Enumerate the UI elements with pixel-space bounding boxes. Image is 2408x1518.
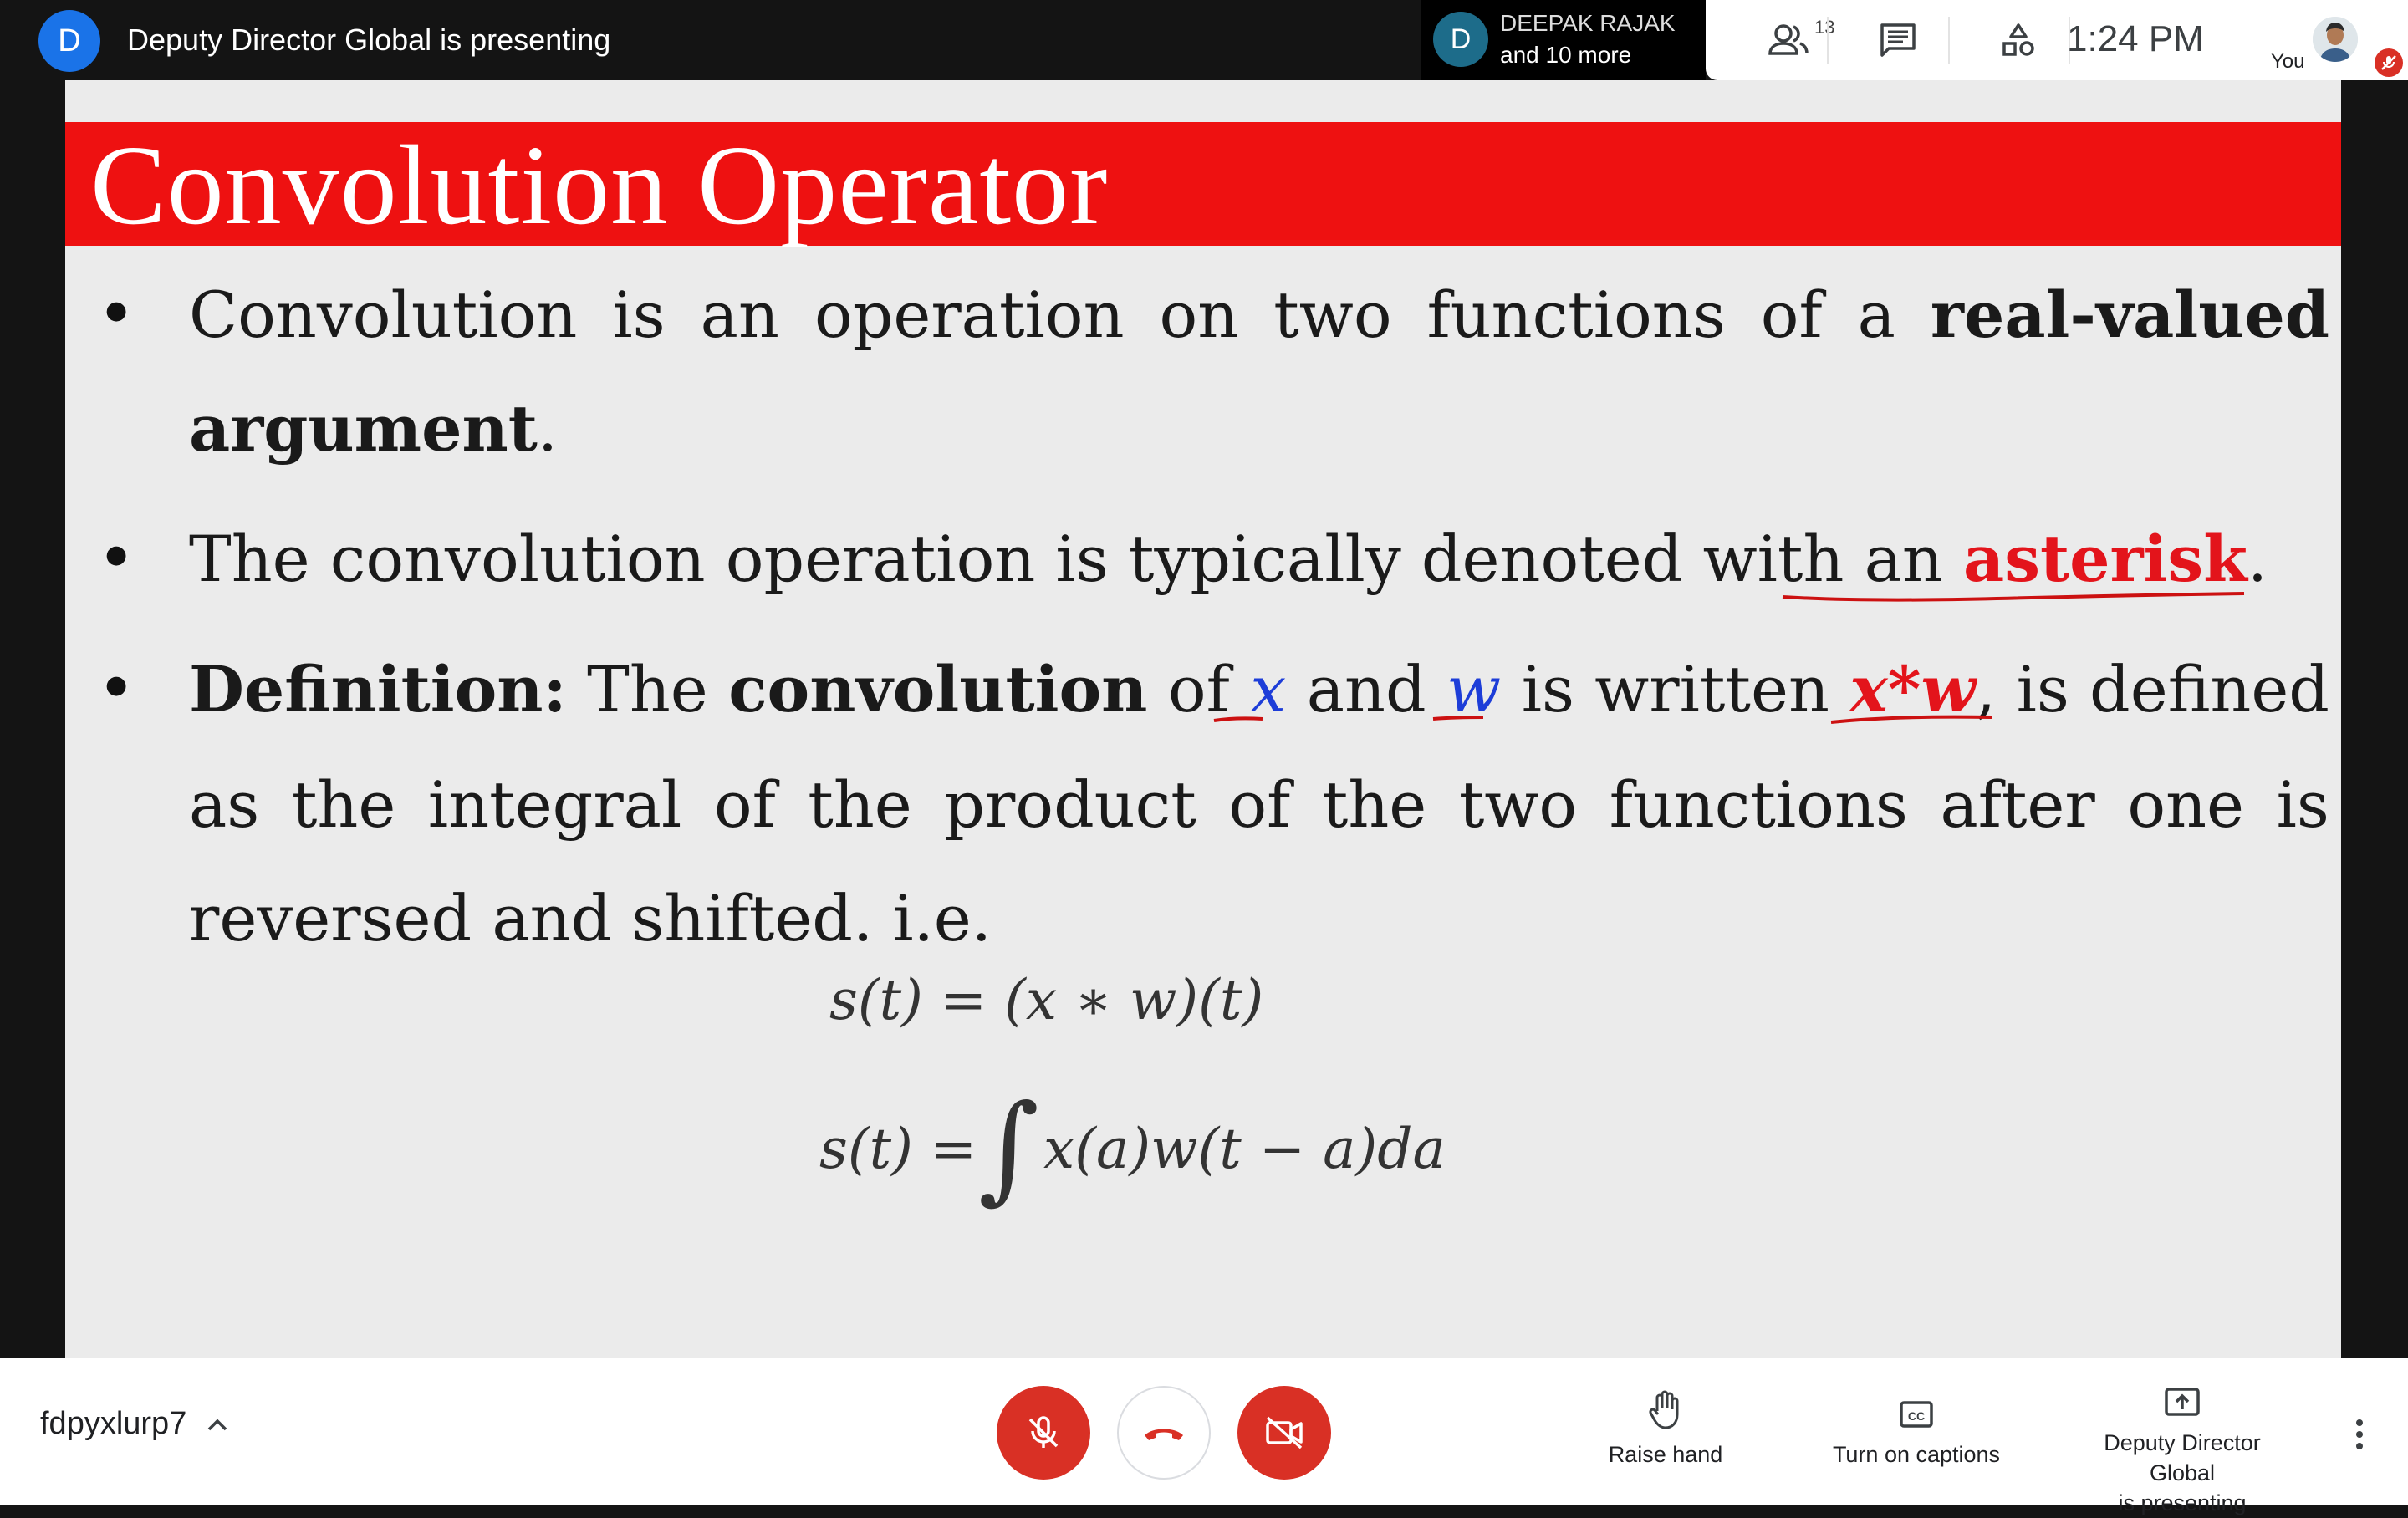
activities-icon <box>2002 23 2034 56</box>
self-avatar[interactable] <box>2313 17 2358 62</box>
bullet3-word: and <box>1306 652 1426 726</box>
more-options-icon[interactable] <box>2343 1418 2376 1451</box>
bottom-control-bar: fdpyxlurp7 Raise hand CC Turn on caption… <box>0 1358 2408 1515</box>
bullet3-word: one <box>2127 767 2244 842</box>
camera-off-icon <box>1266 1416 1303 1449</box>
bullet2-text: The convolution operation is typically d… <box>189 522 1943 596</box>
bullet1-word: functions <box>1426 278 1726 352</box>
participant-more-count: and 10 more <box>1500 42 1632 68</box>
bullet3-word: of <box>1228 767 1291 842</box>
presenter-avatar: D <box>38 10 100 72</box>
convolution-term: convolution <box>728 652 1148 726</box>
bullet3-word: is written <box>1521 652 1829 726</box>
definition-label: Definition: <box>189 652 567 726</box>
self-view-label: You <box>2271 50 2305 73</box>
microphone-toggle-button[interactable] <box>997 1386 1090 1480</box>
people-icon <box>1768 24 1809 55</box>
user-photo-icon <box>2313 17 2358 62</box>
present-screen-icon <box>2165 1388 2200 1416</box>
bullet-dot: ● <box>105 296 128 325</box>
bullet3-word: product <box>944 767 1196 842</box>
bullet-dot: ● <box>105 670 128 700</box>
bullet1-word: is <box>612 278 666 352</box>
period: . <box>2247 522 2268 596</box>
bullet3-word: is defined <box>2016 652 2329 726</box>
bullet3-word: as <box>189 767 260 842</box>
presentation-slide: Convolution Operator ● Convolution is an… <box>65 80 2341 1358</box>
equation-integrand: x(a)w(t − a)da <box>1043 1117 1446 1181</box>
bullet1-word: of <box>1760 278 1823 352</box>
leave-call-button[interactable] <box>1117 1386 1211 1480</box>
bullet3-line2: as the integral of the product of the tw… <box>189 767 2329 843</box>
chat-button[interactable] <box>1856 0 1940 80</box>
bullet3-word: after <box>1940 767 2095 842</box>
raise-hand-button[interactable]: Raise hand <box>1557 1388 1774 1470</box>
bullet1-word: operation <box>814 278 1125 352</box>
svg-text:CC: CC <box>1908 1409 1925 1423</box>
chat-icon <box>1880 23 1916 57</box>
equation-lhs: s(t) = <box>819 1117 977 1181</box>
bullet1-word: two <box>1273 278 1392 352</box>
bullet3-word: integral <box>427 767 682 842</box>
presenting-button[interactable]: Deputy Director Global is presenting <box>2074 1376 2291 1518</box>
bullet3-word: two <box>1458 767 1578 842</box>
captions-icon: CC <box>1900 1401 1933 1428</box>
chevron-up-icon[interactable] <box>202 1409 232 1439</box>
presenting-label-line2: is presenting <box>2118 1490 2247 1515</box>
annotation-underline <box>1830 715 1992 724</box>
bullet1-word: an <box>700 278 779 352</box>
bullet1-line2: argument. <box>189 391 2329 466</box>
divider <box>1948 17 1950 64</box>
bullet1-word: on <box>1159 278 1239 352</box>
activities-button[interactable] <box>1977 0 2060 80</box>
bullet1-bold-argument: argument <box>189 391 538 466</box>
participant-tile[interactable]: D DEEPAK RAJAK and 10 more <box>1421 0 1706 80</box>
camera-toggle-button[interactable] <box>1237 1386 1331 1480</box>
people-button[interactable]: 13 <box>1742 0 1834 80</box>
period: . <box>537 391 558 466</box>
bullet1-bold-term: real-valued <box>1930 278 2329 352</box>
annotation-underline <box>1213 716 1263 722</box>
meeting-code[interactable]: fdpyxlurp7 <box>40 1406 186 1442</box>
bullet3-word: is <box>2276 767 2329 842</box>
bullet-dot: ● <box>105 540 128 569</box>
bullet1-word: Convolution <box>189 278 578 352</box>
people-count-badge: 13 <box>1814 17 1835 38</box>
participant-name: DEEPAK RAJAK <box>1500 10 1676 36</box>
bullet1-word: a <box>1857 278 1895 352</box>
bullet3-line3: reversed and shifted. i.e. <box>189 881 992 955</box>
captions-label: Turn on captions <box>1832 1442 2001 1467</box>
raise-hand-label: Raise hand <box>1608 1442 1723 1467</box>
bullet3-word: of <box>713 767 776 842</box>
equation-convolution-short: s(t) = (x ∗ w)(t) <box>829 968 1264 1032</box>
hand-icon <box>1649 1390 1679 1429</box>
divider <box>1827 17 1829 64</box>
annotation-underline <box>1782 592 2245 602</box>
bullet1-line1: Convolution is an operation on two funct… <box>189 278 2329 353</box>
integral-sign: ∫ <box>978 1080 1039 1216</box>
mic-off-icon <box>2381 55 2396 70</box>
captions-button[interactable]: CC Turn on captions <box>1808 1388 2025 1470</box>
slide-title: Convolution Operator <box>90 123 1109 248</box>
top-bar: D Deputy Director Global is presenting D… <box>0 0 2408 80</box>
presenting-status-text: Deputy Director Global is presenting <box>127 23 611 57</box>
mic-off-icon <box>1028 1416 1059 1448</box>
self-muted-indicator <box>2375 48 2403 77</box>
annotation-underline <box>1432 716 1484 721</box>
bullet3-word: the <box>1322 767 1427 842</box>
bullet3-word: the <box>808 767 912 842</box>
bullet3-word: functions <box>1609 767 1908 842</box>
participant-avatar: D <box>1433 12 1488 67</box>
hang-up-icon <box>1145 1429 1183 1440</box>
presenting-label-line1: Deputy Director Global <box>2104 1430 2261 1485</box>
bullet3-word: the <box>291 767 396 842</box>
meeting-clock: 1:24 PM <box>2067 18 2204 59</box>
bullet3-word: The <box>587 652 708 726</box>
